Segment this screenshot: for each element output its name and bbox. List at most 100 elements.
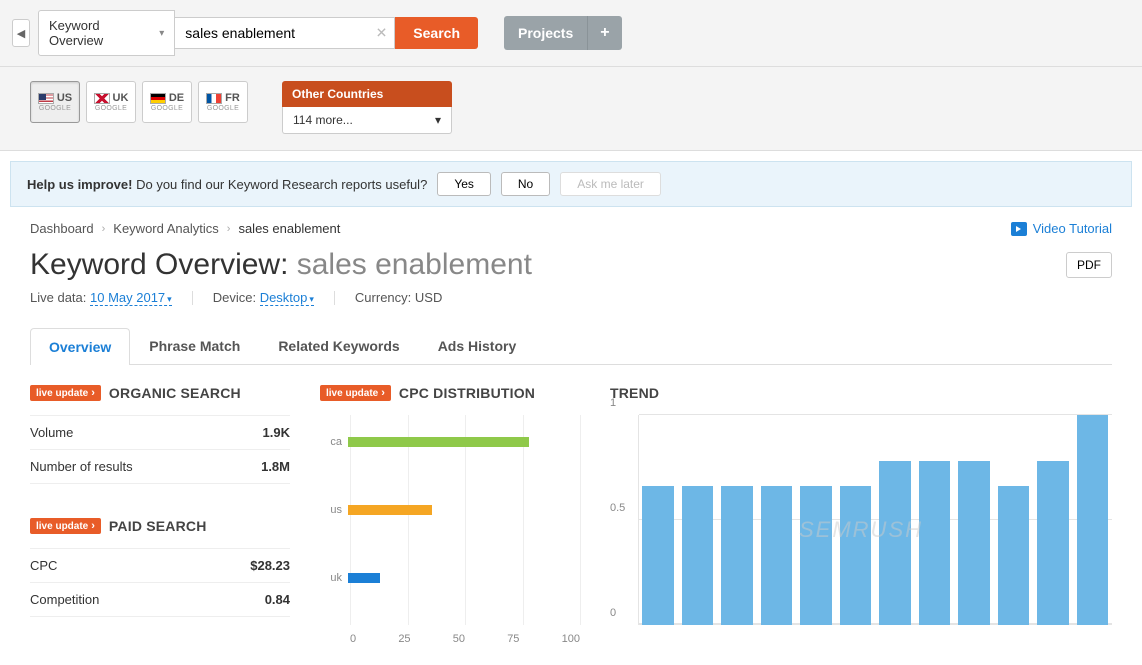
export-pdf-button[interactable]: PDF: [1066, 252, 1112, 278]
stat-row: CPC $28.23: [30, 548, 290, 583]
trend-bar: [1037, 461, 1069, 625]
search-button[interactable]: Search: [395, 17, 478, 49]
stat-label: Competition: [30, 592, 99, 607]
cpc-bar: [348, 573, 380, 583]
cpc-category-label: ca: [320, 436, 348, 448]
paid-search-title: PAID SEARCH: [109, 518, 207, 534]
feedback-text: Do you find our Keyword Research reports…: [136, 177, 427, 192]
axis-tick: 75: [507, 633, 519, 645]
axis-tick: 25: [398, 633, 410, 645]
trend-bar: [761, 486, 793, 625]
country-tile-uk[interactable]: UKGOOGLE: [86, 81, 136, 123]
engine-label: GOOGLE: [39, 105, 71, 112]
play-icon: [1011, 222, 1027, 236]
breadcrumb-item[interactable]: Keyword Analytics: [113, 221, 219, 236]
axis-tick: 100: [562, 633, 580, 645]
country-code: DE: [169, 92, 184, 104]
other-countries-dropdown[interactable]: 114 more... ▾: [282, 107, 452, 134]
cpc-chart: causuk0255075100: [320, 415, 580, 645]
live-data: Live data: 10 May 2017▾: [30, 290, 172, 305]
cpc-bar-row: us: [320, 505, 580, 515]
breadcrumb: Dashboard › Keyword Analytics › sales en…: [30, 221, 1112, 236]
trend-bar: [919, 461, 951, 625]
cpc-column: live update CPC DISTRIBUTION causuk02550…: [320, 385, 580, 645]
live-data-value[interactable]: 10 May 2017▾: [90, 290, 172, 306]
trend-bar: [642, 486, 674, 625]
country-tile-fr[interactable]: FRGOOGLE: [198, 81, 248, 123]
clear-icon[interactable]: ✕: [376, 25, 388, 42]
country-code: FR: [225, 92, 240, 104]
stat-value: 0.84: [265, 592, 290, 607]
axis-tick: 1: [610, 397, 616, 409]
chevron-down-icon: ▾: [309, 294, 314, 304]
engine-label: GOOGLE: [95, 105, 127, 112]
feedback-bar: Help us improve! Do you find our Keyword…: [10, 161, 1132, 207]
country-tile-de[interactable]: DEGOOGLE: [142, 81, 192, 123]
stat-row: Number of results 1.8M: [30, 450, 290, 484]
feedback-later-button[interactable]: Ask me later: [560, 172, 661, 196]
chevron-down-icon: ▾: [159, 28, 164, 39]
currency-value: USD: [415, 290, 442, 305]
axis-tick: 50: [453, 633, 465, 645]
feedback-yes-button[interactable]: Yes: [437, 172, 491, 196]
trend-bar: [1077, 415, 1109, 625]
trend-bar: [682, 486, 714, 625]
title-row: Keyword Overview: sales enablement PDF: [30, 248, 1112, 282]
projects-button[interactable]: Projects: [504, 16, 587, 50]
organic-search-head: live update ORGANIC SEARCH: [30, 385, 290, 401]
engine-label: GOOGLE: [151, 105, 183, 112]
divider: [192, 291, 193, 305]
device-value[interactable]: Desktop▾: [260, 290, 314, 306]
cpc-bar: [348, 505, 432, 515]
trend-head: TREND: [610, 385, 1112, 401]
top-bar: ◀ Keyword Overview ▾ ✕ Search Projects +: [0, 0, 1142, 67]
tab-related-keywords[interactable]: Related Keywords: [259, 327, 418, 364]
feedback-no-button[interactable]: No: [501, 172, 550, 196]
stat-value: $28.23: [250, 558, 290, 573]
other-countries-title: Other Countries: [282, 81, 452, 107]
live-update-badge: live update: [320, 385, 391, 401]
device-label: Device:: [213, 290, 256, 305]
trend-chart: 00.51SEMRUSH: [610, 415, 1112, 645]
stat-label: Number of results: [30, 459, 133, 474]
chevron-down-icon: ▾: [167, 294, 172, 304]
flag-icon: [206, 93, 222, 104]
trend-bar: [840, 486, 872, 625]
flag-icon: [38, 93, 54, 104]
tab-phrase-match[interactable]: Phrase Match: [130, 327, 259, 364]
chevron-down-icon: ▾: [435, 113, 441, 127]
trend-column: TREND 00.51SEMRUSH: [610, 385, 1112, 645]
country-bar: USGOOGLEUKGOOGLEDEGOOGLEFRGOOGLE Other C…: [0, 67, 1142, 151]
video-tutorial-link[interactable]: Video Tutorial: [1011, 221, 1112, 236]
collapse-sidebar-button[interactable]: ◀: [12, 19, 30, 47]
trend-bar: [800, 486, 832, 625]
left-column: live update ORGANIC SEARCH Volume1.9KNum…: [30, 385, 290, 645]
tab-ads-history[interactable]: Ads History: [419, 327, 536, 364]
trend-bar: [998, 486, 1030, 625]
title-prefix: Keyword Overview:: [30, 248, 297, 281]
country-code: US: [57, 92, 72, 104]
scope-dropdown[interactable]: Keyword Overview ▾: [38, 10, 175, 56]
flag-icon: [150, 93, 166, 104]
cpc-bar: [348, 437, 529, 447]
add-project-button[interactable]: +: [587, 16, 621, 50]
breadcrumb-item[interactable]: Dashboard: [30, 221, 94, 236]
stat-label: CPC: [30, 558, 57, 573]
tab-overview[interactable]: Overview: [30, 328, 130, 365]
trend-bar: [958, 461, 990, 625]
axis-tick: 0: [350, 633, 356, 645]
video-tutorial-label: Video Tutorial: [1033, 221, 1112, 236]
search-group: Keyword Overview ▾ ✕ Search: [38, 10, 478, 56]
feedback-bold: Help us improve!: [27, 177, 132, 192]
live-update-badge: live update: [30, 385, 101, 401]
axis-tick: 0.5: [610, 502, 625, 514]
meta-row: Live data: 10 May 2017▾ Device: Desktop▾…: [30, 290, 1112, 305]
stat-value: 1.8M: [261, 459, 290, 474]
stat-row: Competition 0.84: [30, 583, 290, 617]
country-tile-us[interactable]: USGOOGLE: [30, 81, 80, 123]
title-keyword: sales enablement: [297, 248, 532, 281]
projects-group: Projects +: [504, 16, 622, 50]
cpc-title: CPC DISTRIBUTION: [399, 385, 535, 401]
keyword-search-input[interactable]: [175, 17, 395, 49]
page-title: Keyword Overview: sales enablement: [30, 248, 532, 282]
